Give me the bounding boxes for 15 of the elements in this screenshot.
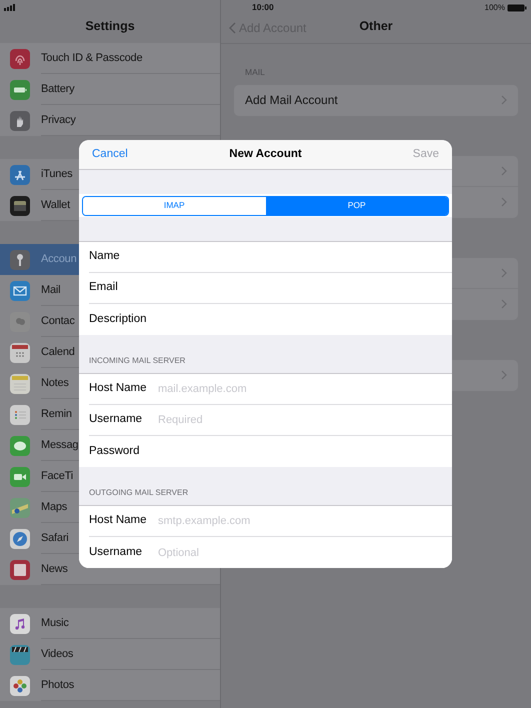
- detail-title: Other: [359, 18, 393, 36]
- sidebar-title: Settings: [85, 18, 135, 36]
- field-label: Username: [89, 544, 144, 560]
- section-header: INCOMING MAIL SERVER: [88, 355, 186, 367]
- field-label: Password: [89, 444, 140, 459]
- field-label: Description: [89, 312, 148, 327]
- field-label: Email: [89, 280, 119, 296]
- field-label: Username: [89, 412, 144, 428]
- field-label: Host Name: [89, 513, 148, 528]
- dialog-title: New Account: [229, 146, 302, 162]
- status-time: 10:00: [252, 1, 274, 14]
- battery-percent: 100%: [484, 2, 505, 14]
- field-label: Host Name: [89, 381, 148, 396]
- section-header: OUTGOING MAIL SERVER: [88, 487, 190, 499]
- field-label: Name: [89, 249, 121, 264]
